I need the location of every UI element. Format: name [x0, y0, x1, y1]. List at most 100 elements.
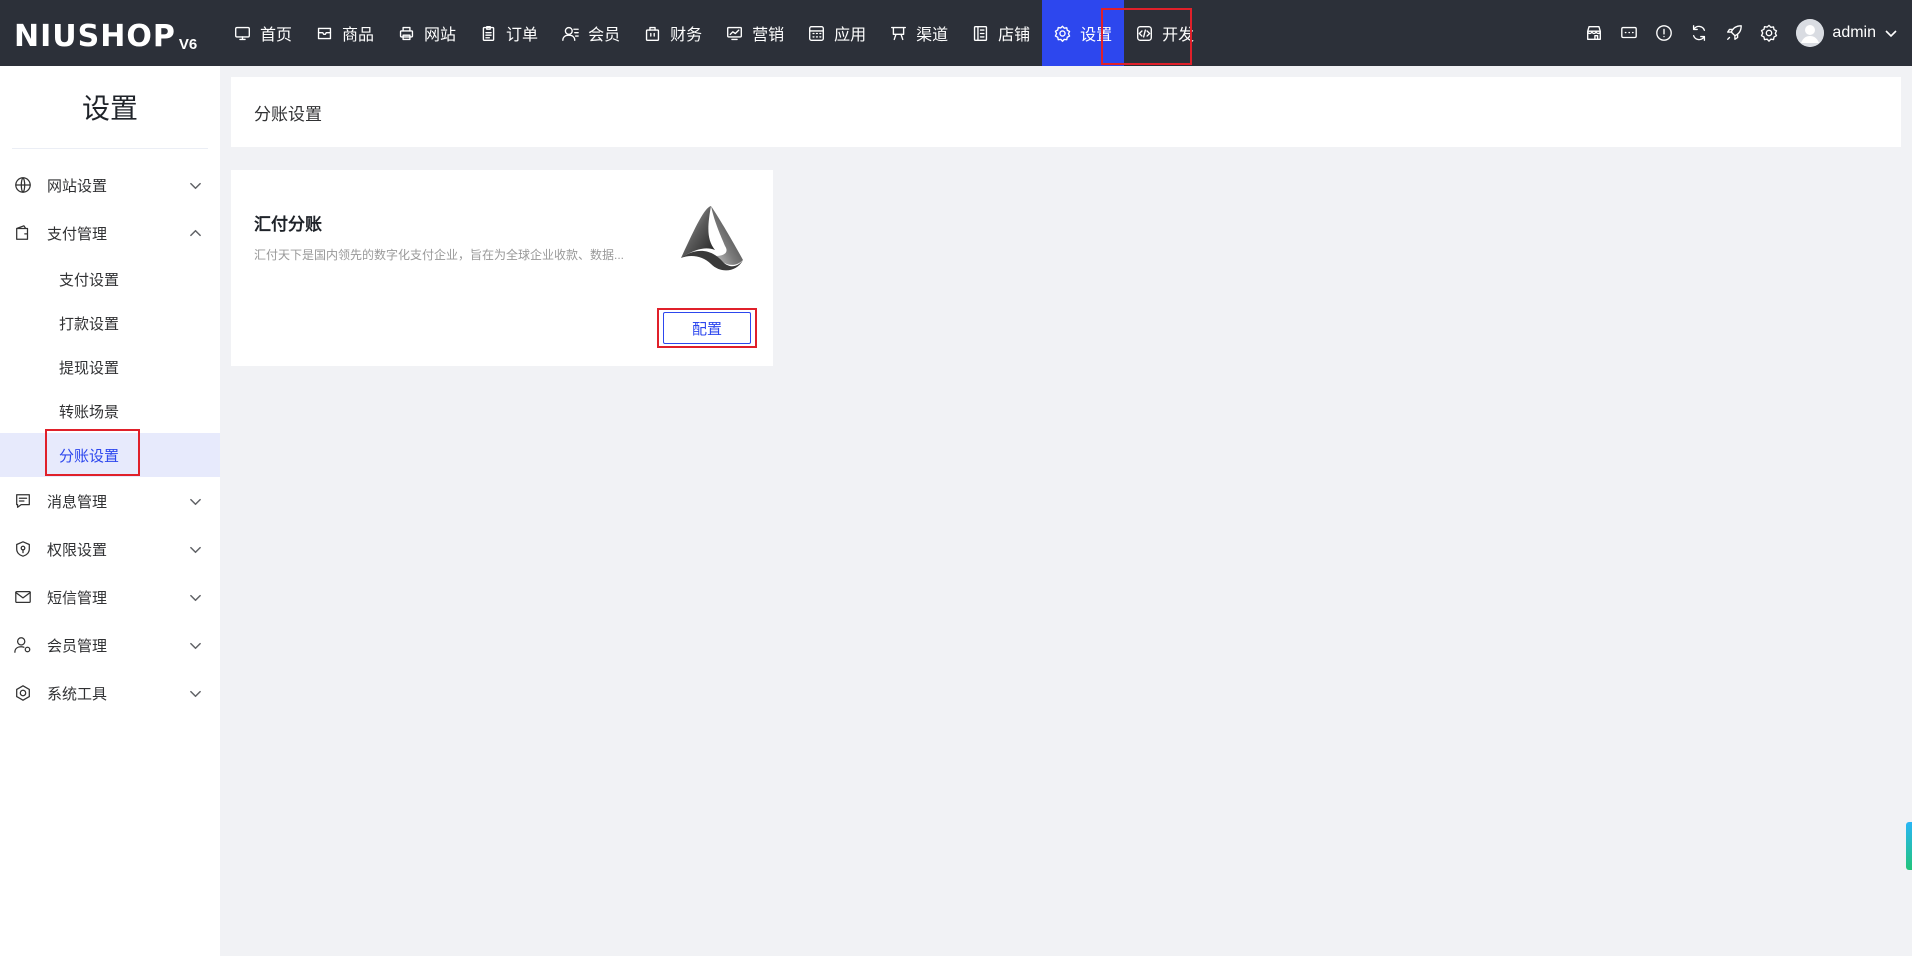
sidebar-group-payment[interactable]: 支付管理	[0, 209, 220, 257]
nav-settings-label: 设置	[1080, 27, 1113, 44]
list-icon	[974, 25, 988, 41]
sidebar-group-message[interactable]: 消息管理	[0, 477, 220, 525]
nav-order-label: 订单	[506, 27, 539, 44]
sidebar-group-sms[interactable]: 短信管理	[0, 573, 220, 621]
sidebar-group-label: 消息管理	[47, 493, 108, 511]
sidebar-item-payment-settings[interactable]: 支付设置	[0, 257, 220, 301]
sidebar-title: 设置	[81, 93, 138, 124]
nav-finance[interactable]: 财务	[632, 0, 714, 66]
settings-button[interactable]	[1751, 16, 1786, 51]
globe-icon	[15, 177, 31, 193]
brand-name: NIUSHOP	[14, 19, 176, 54]
nav-store-label: 店铺	[998, 27, 1031, 44]
nav-goods-label: 商品	[342, 27, 375, 44]
sidebar-group-member[interactable]: 会员管理	[0, 621, 220, 669]
nav-apps[interactable]: 应用	[796, 0, 878, 66]
nav-apps-label: 应用	[834, 27, 867, 44]
nav-marketing-label: 营销	[752, 27, 785, 44]
chevron-down-icon	[190, 594, 201, 601]
user-menu[interactable]: admin	[1796, 19, 1898, 47]
sidebar: 设置 网站设置 支付管理 支付设置 打款设置 提现设置 转账场景 分账设置 消息…	[0, 66, 220, 956]
nav-develop[interactable]: 开发	[1124, 0, 1206, 66]
sidebar-item-remittance-settings[interactable]: 打款设置	[0, 301, 220, 345]
rocket-button[interactable]	[1716, 16, 1751, 51]
shield-icon	[16, 541, 30, 557]
box-icon	[317, 27, 332, 39]
nav-develop-label: 开发	[1162, 27, 1195, 44]
store-button[interactable]	[1576, 16, 1611, 51]
avatar-icon	[1796, 19, 1825, 47]
sidebar-group-label: 网站设置	[47, 177, 108, 195]
bag-icon	[645, 26, 660, 41]
nav-channel[interactable]: 渠道	[878, 0, 960, 66]
main-nav: 首页 商品 网站 订单 会员 财务 营销 应用 渠道 店铺 设置 开发	[222, 0, 1206, 66]
gear-icon	[1760, 24, 1778, 42]
chevron-down-icon	[190, 642, 201, 649]
chart-icon	[727, 26, 743, 40]
sidebar-item-split-settings[interactable]: 分账设置	[0, 433, 220, 477]
card-description: 汇付天下是国内领先的数字化支付企业，旨在为全球企业收款、数据...	[254, 248, 625, 262]
nav-home[interactable]: 首页	[222, 0, 304, 66]
chevron-down-icon	[1885, 30, 1897, 38]
chevron-down-icon	[190, 498, 201, 505]
code-icon	[1137, 25, 1153, 41]
wallet-icon	[16, 225, 29, 240]
chevron-down-icon	[190, 182, 201, 189]
hexagon-gear-icon	[16, 685, 30, 701]
sidebar-item-transfer-scene[interactable]: 转账场景	[0, 389, 220, 433]
nav-goods[interactable]: 商品	[304, 0, 386, 66]
monitor-icon	[235, 26, 250, 40]
nav-order[interactable]: 订单	[468, 0, 550, 66]
sidebar-item-withdraw-settings[interactable]: 提现设置	[0, 345, 220, 389]
sidebar-group-label: 支付管理	[47, 225, 108, 243]
card-title: 汇付分账	[254, 215, 322, 234]
user-icon	[562, 26, 579, 41]
sidebar-group-label: 权限设置	[47, 541, 108, 559]
configure-button[interactable]: 配置	[663, 312, 751, 344]
rocket-icon	[1726, 25, 1742, 40]
nav-site-label: 网站	[424, 27, 457, 44]
header-tools: admin	[1576, 0, 1898, 66]
printer-icon	[399, 26, 414, 40]
brand-logo[interactable]: NIUSHOP V6	[14, 14, 197, 54]
sidebar-group-label: 会员管理	[47, 637, 108, 655]
chevron-up-icon	[190, 229, 201, 236]
split-provider-card: 汇付分账 汇付天下是国内领先的数字化支付企业，旨在为全球企业收款、数据... 配…	[231, 170, 773, 366]
chevron-down-icon	[190, 690, 201, 697]
huifu-logo-icon	[681, 206, 743, 271]
grid-icon	[809, 25, 825, 41]
flag-icon	[891, 26, 907, 40]
sidebar-divider	[12, 148, 208, 149]
mail-icon	[15, 590, 31, 604]
user-gear-icon	[14, 637, 31, 653]
top-navbar: NIUSHOP V6 首页 商品 网站 订单 会员 财务 营销 应用 渠道 店铺…	[0, 0, 1912, 66]
sidebar-group-system-tools[interactable]: 系统工具	[0, 669, 220, 717]
chat-icon	[1621, 26, 1637, 39]
nav-store[interactable]: 店铺	[960, 0, 1042, 66]
refresh-icon	[1692, 25, 1705, 41]
message-icon	[16, 494, 30, 508]
info-button[interactable]	[1646, 16, 1681, 51]
message-button[interactable]	[1611, 16, 1646, 51]
nav-marketing[interactable]: 营销	[714, 0, 796, 66]
nav-home-label: 首页	[260, 27, 293, 44]
username: admin	[1832, 24, 1876, 41]
sidebar-menu: 网站设置 支付管理 支付设置 打款设置 提现设置 转账场景 分账设置 消息管理 …	[0, 161, 220, 717]
nav-member[interactable]: 会员	[550, 0, 632, 66]
page-title: 分账设置	[231, 77, 1901, 147]
chevron-down-icon	[190, 546, 201, 553]
nav-member-label: 会员	[588, 27, 621, 44]
side-floating-tab[interactable]	[1906, 822, 1912, 870]
gear-icon	[1054, 25, 1071, 42]
sidebar-group-permission[interactable]: 权限设置	[0, 525, 220, 573]
nav-finance-label: 财务	[670, 27, 703, 44]
brand-version: V6	[178, 36, 198, 53]
sidebar-group-label: 短信管理	[47, 589, 108, 607]
store-icon	[1586, 26, 1601, 40]
avatar	[1796, 19, 1825, 47]
refresh-button[interactable]	[1681, 16, 1716, 51]
sidebar-group-site-settings[interactable]: 网站设置	[0, 161, 220, 209]
info-icon	[1656, 25, 1672, 41]
nav-settings[interactable]: 设置	[1042, 0, 1125, 66]
nav-site[interactable]: 网站	[386, 0, 468, 66]
